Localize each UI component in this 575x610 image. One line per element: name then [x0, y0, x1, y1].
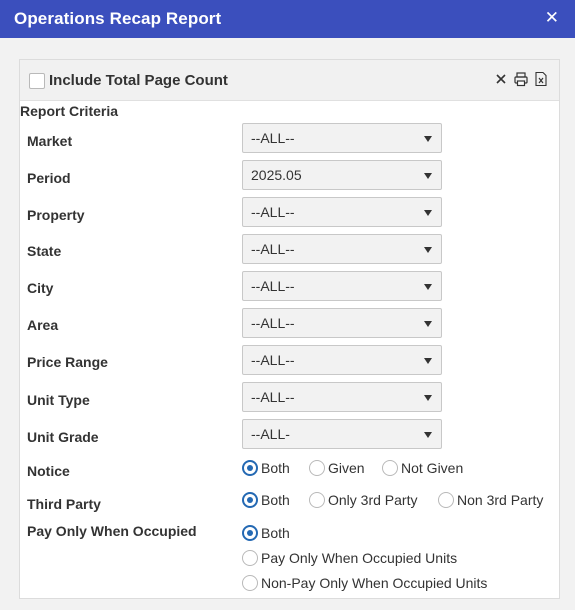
third-party-radio-non[interactable]: Non 3rd Party: [438, 492, 543, 508]
unit-type-label: Unit Type: [27, 392, 90, 408]
area-select-value: --ALL--: [251, 315, 295, 331]
price-range-select[interactable]: --ALL--: [242, 345, 442, 375]
radio-label[interactable]: Non-Pay Only When Occupied Units: [261, 575, 487, 591]
area-select[interactable]: --ALL--: [242, 308, 442, 338]
close-icon[interactable]: [493, 71, 509, 87]
state-select[interactable]: --ALL--: [242, 234, 442, 264]
chevron-down-icon: [424, 210, 432, 216]
radio-unselected[interactable]: [438, 492, 454, 508]
notice-radio-both[interactable]: Both: [242, 460, 290, 476]
area-label: Area: [27, 317, 59, 333]
radio-unselected[interactable]: [382, 460, 398, 476]
pay-only-radio-non-pay[interactable]: Non-Pay Only When Occupied Units: [242, 575, 487, 591]
radio-label[interactable]: Only 3rd Party: [328, 492, 417, 508]
radio-unselected[interactable]: [242, 550, 258, 566]
radio-selected[interactable]: [242, 460, 258, 476]
unit-type-select[interactable]: --ALL--: [242, 382, 442, 412]
radio-unselected[interactable]: [309, 492, 325, 508]
report-criteria-title: Report Criteria: [20, 103, 119, 119]
radio-unselected[interactable]: [309, 460, 325, 476]
property-label: Property: [27, 207, 85, 223]
radio-selected[interactable]: [242, 492, 258, 508]
radio-label[interactable]: Both: [261, 460, 290, 476]
chevron-down-icon: [424, 284, 432, 290]
market-label: Market: [27, 133, 73, 149]
pay-only-label: Pay Only When Occupied: [27, 523, 197, 539]
notice-label: Notice: [27, 463, 70, 479]
state-label: State: [27, 243, 62, 259]
chevron-down-icon: [424, 173, 432, 179]
panel-toolbar: [493, 71, 549, 87]
radio-label[interactable]: Given: [328, 460, 365, 476]
third-party-label: Third Party: [27, 496, 101, 512]
chevron-down-icon: [424, 321, 432, 327]
radio-unselected[interactable]: [242, 575, 258, 591]
city-select[interactable]: --ALL--: [242, 271, 442, 301]
city-select-value: --ALL--: [251, 278, 295, 294]
unit-grade-select[interactable]: --ALL-: [242, 419, 442, 449]
market-select[interactable]: --ALL--: [242, 123, 442, 153]
unit-grade-label: Unit Grade: [27, 429, 99, 445]
city-label: City: [27, 280, 54, 296]
property-select[interactable]: --ALL--: [242, 197, 442, 227]
radio-label[interactable]: Non 3rd Party: [457, 492, 543, 508]
radio-label[interactable]: Both: [261, 492, 290, 508]
notice-radio-given[interactable]: Given: [309, 460, 365, 476]
radio-label[interactable]: Both: [261, 525, 290, 541]
excel-icon[interactable]: [533, 71, 549, 87]
radio-label[interactable]: Pay Only When Occupied Units: [261, 550, 457, 566]
title-bar: Operations Recap Report ✕: [0, 0, 575, 38]
window-title: Operations Recap Report: [14, 9, 222, 28]
market-select-value: --ALL--: [251, 130, 295, 146]
period-select[interactable]: 2025.05: [242, 160, 442, 190]
state-select-value: --ALL--: [251, 241, 295, 257]
third-party-radio-both[interactable]: Both: [242, 492, 290, 508]
third-party-radio-only[interactable]: Only 3rd Party: [309, 492, 417, 508]
include-total-page-count-label[interactable]: Include Total Page Count: [49, 72, 228, 89]
close-icon[interactable]: ✕: [545, 8, 559, 28]
chevron-down-icon: [424, 395, 432, 401]
radio-selected[interactable]: [242, 525, 258, 541]
notice-radio-not-given[interactable]: Not Given: [382, 460, 463, 476]
panel-header: Include Total Page Count: [20, 60, 559, 101]
chevron-down-icon: [424, 136, 432, 142]
pay-only-radio-units[interactable]: Pay Only When Occupied Units: [242, 550, 457, 566]
period-label: Period: [27, 170, 71, 186]
property-select-value: --ALL--: [251, 204, 295, 220]
report-panel: Include Total Page Count Report Criteria: [19, 59, 560, 599]
radio-label[interactable]: Not Given: [401, 460, 463, 476]
price-range-select-value: --ALL--: [251, 352, 295, 368]
period-select-value: 2025.05: [251, 167, 302, 183]
chevron-down-icon: [424, 247, 432, 253]
chevron-down-icon: [424, 358, 432, 364]
unit-type-select-value: --ALL--: [251, 389, 295, 405]
pay-only-radio-both[interactable]: Both: [242, 525, 290, 541]
include-total-page-count-checkbox[interactable]: [29, 73, 45, 89]
unit-grade-select-value: --ALL-: [251, 426, 290, 442]
price-range-label: Price Range: [27, 354, 108, 370]
chevron-down-icon: [424, 432, 432, 438]
print-icon[interactable]: [513, 71, 529, 87]
